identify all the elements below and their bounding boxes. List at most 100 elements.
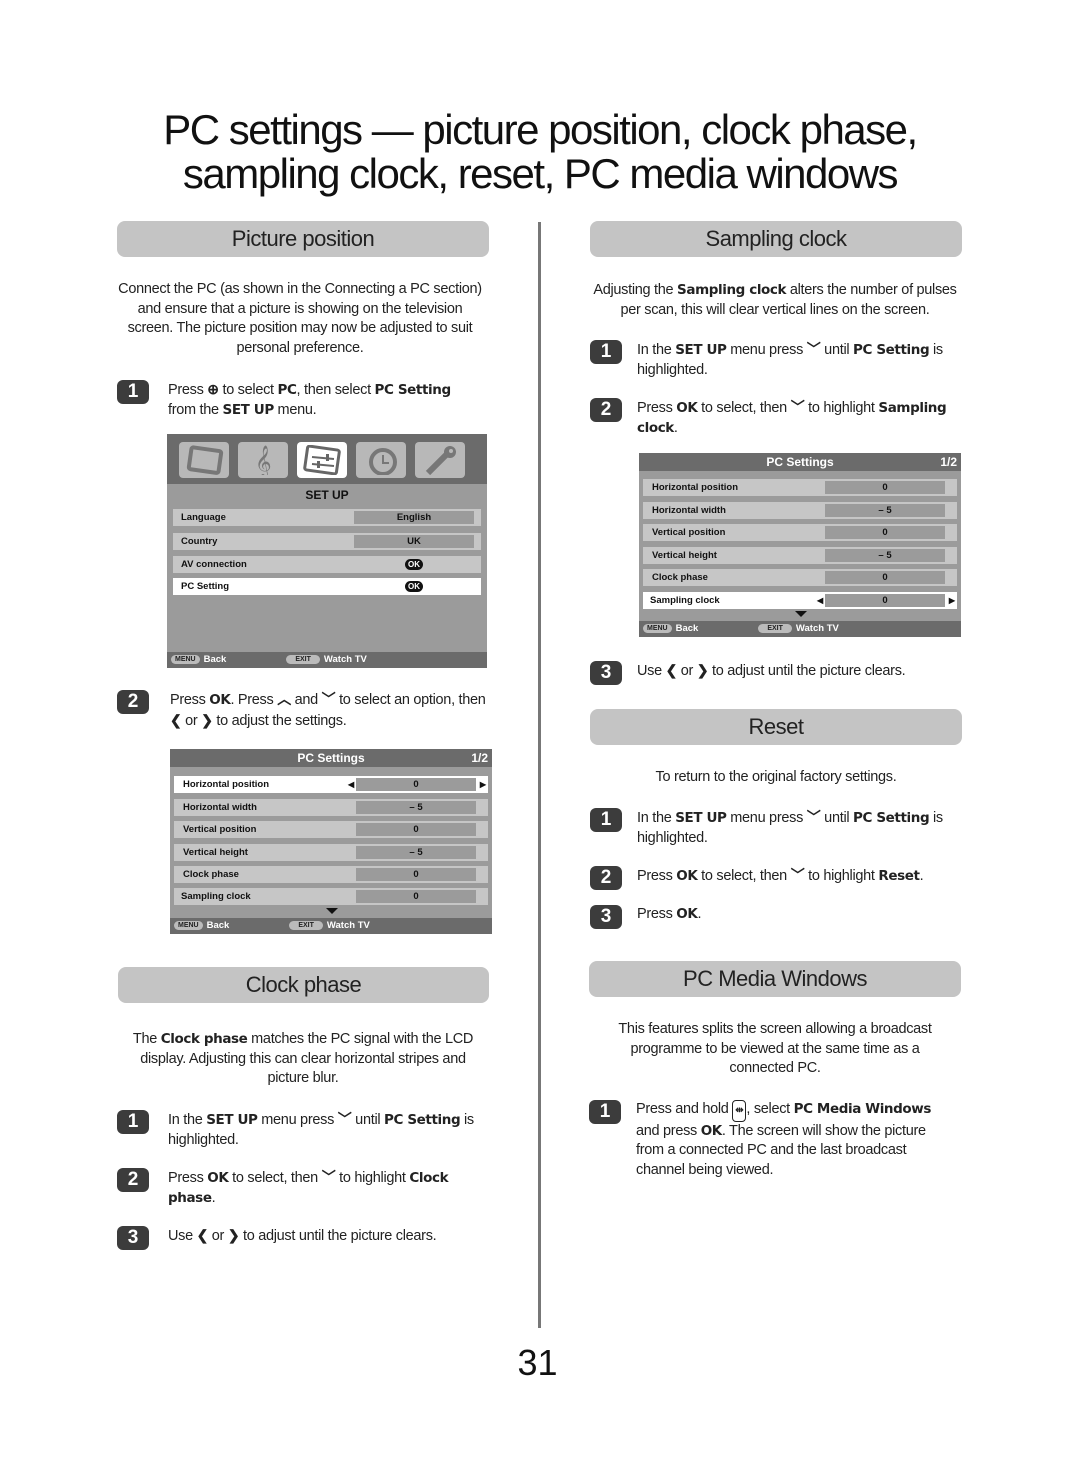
up-arrow-icon: ︿ [277,691,291,707]
picture-position-heading: Picture position [117,221,489,257]
step-text: Press OK to select, then ﹀ to highlight … [168,1169,449,1206]
down-arrow-icon: ﹀ [790,867,805,883]
pc-settings-title-bar: PC Settings 1/2 [639,453,961,471]
sampling-clock-heading: Sampling clock [590,221,962,257]
page-number: 31 [517,1342,558,1383]
step-number-badge: 2 [590,866,622,890]
ok-button-icon: OK [405,559,423,570]
menu-row-av-connection: AV connection OK [173,556,481,573]
input-source-icon: ⊕ [207,381,219,397]
down-arrow-icon: ﹀ [321,1169,336,1185]
column-divider [538,222,541,1328]
setup-menu-screenshot: 𝄞 SET UP Language English Country UK AV co… [167,434,487,668]
down-arrow-icon: ﹀ [337,1111,352,1127]
menu-footer: MENU Back EXIT Watch TV [639,621,961,637]
right-arrow-icon: ▶ [948,596,955,605]
pc-row-vertical-position: Vertical position 0 [174,821,488,838]
down-arrow-icon: ﹀ [806,341,821,357]
pc-settings-menu-screenshot: PC Settings 1/2 Horizontal position 0 Hori… [639,453,961,637]
step-text: Press and hold ⇹, select PC Media Window… [636,1100,931,1178]
step-number-badge: 2 [117,1168,149,1192]
clock-phase-intro: The Clock phase matches the PC signal wi… [132,1031,474,1086]
picture-position-intro: Connect the PC (as shown in the Connecti… [118,281,482,356]
step-text: Use ❮ or ❯ to adjust until the picture c… [168,1227,437,1244]
down-arrow-icon: ﹀ [790,399,805,415]
music-icon: 𝄞 [238,442,288,478]
step-number-badge: 3 [590,905,622,929]
wrench-icon [415,442,465,478]
left-arrow-icon: ◀ [348,780,355,789]
right-arrow-icon: ❯ [227,1227,240,1243]
right-arrow-icon: ▶ [479,780,486,789]
step-text: Press OK. [637,906,702,922]
menu-key-icon: MENU [643,623,672,633]
scroll-down-icon [795,611,807,617]
clock-phase-step-3: 3 Use ❮ or ❯ to adjust until the picture… [117,1226,487,1250]
reset-step-2: 2 Press OK to select, then ﹀ to highligh… [590,866,962,890]
pc-row-horizontal-width: Horizontal width – 5 [643,502,957,519]
timer-icon [356,442,406,478]
step-number-badge: 2 [590,398,622,422]
menu-row-pc-setting: PC Setting OK [173,578,481,595]
step-number-badge: 3 [590,661,622,685]
pc-row-horizontal-position: Horizontal position ◀ 0 ▶ [174,776,488,793]
page-title-line-1: PC settings — picture position, clock ph… [163,106,918,153]
left-arrow-icon: ❮ [665,662,678,678]
svg-text:𝄞: 𝄞 [255,445,272,475]
pc-row-clock-phase: Clock phase 0 [174,866,488,883]
exit-key-icon: EXIT [758,623,792,633]
step-text: Press OK to select, then ﹀ to highlight … [637,399,947,436]
split-screen-icon: ⇹ [732,1100,747,1122]
reset-intro: To return to the original factory settin… [655,769,897,785]
pc-settings-menu-screenshot: PC Settings 1/2 Horizontal position ◀ 0 ▶ Ho… [170,749,492,934]
setup-sliders-icon [297,442,347,478]
sampling-clock-step-1: 1 In the SET UP menu press ﹀ until PC Se… [590,340,962,380]
menu-row-language: Language English [173,509,481,526]
sampling-clock-step-3: 3 Use ❮ or ❯ to adjust until the picture… [590,661,962,685]
pc-media-windows-intro: This features splits the screen allowing… [618,1021,932,1076]
step-text: In the SET UP menu press ﹀ until PC Sett… [168,1111,474,1148]
page-indicator: 1/2 [940,455,957,469]
step-text: Press ⊕ to select PC, then select PC Set… [168,381,451,418]
menu-footer: MENU Back EXIT Watch TV [167,652,487,668]
picture-position-step-1: 1 Press ⊕ to select PC, then select PC S… [117,380,487,420]
step-number-badge: 3 [117,1226,149,1250]
menu-icon-bar: 𝄞 [167,434,487,484]
right-arrow-icon: ❯ [201,711,213,728]
step-text: In the SET UP menu press ﹀ until PC Sett… [637,341,943,378]
pc-row-vertical-position: Vertical position 0 [643,524,957,541]
page-title: PC settings — picture position, clock ph… [0,108,1080,196]
step-number-badge: 1 [589,1100,621,1124]
left-arrow-icon: ❮ [170,711,182,728]
right-arrow-icon: ❯ [696,662,709,678]
clock-phase-heading: Clock phase [118,967,489,1003]
exit-key-icon: EXIT [286,654,320,664]
step-text: Press OK to select, then ﹀ to highlight … [637,867,924,884]
pc-row-sampling-clock: Sampling clock 0 [174,888,488,905]
tv-icon [179,442,229,478]
step-number-badge: 1 [117,380,149,404]
sampling-clock-intro: Adjusting the Sampling clock alters the … [593,282,957,318]
pc-media-windows-heading: PC Media Windows [589,961,961,997]
clock-phase-step-2: 2 Press OK to select, then ﹀ to highligh… [117,1168,487,1208]
reset-step-3: 3 Press OK. [590,905,962,929]
page-title-line-2: sampling clock, reset, PC media windows [182,150,899,197]
down-arrow-icon: ﹀ [806,809,821,825]
left-arrow-icon: ◀ [817,596,824,605]
menu-key-icon: MENU [171,654,200,664]
menu-row-country: Country UK [173,533,481,550]
pc-media-windows-step-1: 1 Press and hold ⇹, select PC Media Wind… [589,1100,961,1180]
picture-position-step-2: 2 Press OK. Press ︿ and ﹀ to select an o… [117,690,487,731]
clock-phase-step-1: 1 In the SET UP menu press ﹀ until PC Se… [117,1110,487,1150]
down-arrow-icon: ﹀ [321,691,336,707]
pc-row-clock-phase: Clock phase 0 [643,569,957,586]
pc-row-horizontal-position: Horizontal position 0 [643,479,957,496]
pc-row-sampling-clock: Sampling clock ◀ 0 ▶ [643,592,957,609]
pc-row-horizontal-width: Horizontal width – 5 [174,799,488,816]
pc-row-vertical-height: Vertical height – 5 [643,547,957,564]
step-number-badge: 1 [117,1110,149,1134]
step-number-badge: 2 [117,690,149,714]
pc-row-vertical-height: Vertical height – 5 [174,844,488,861]
menu-key-icon: MENU [174,920,203,930]
left-arrow-icon: ❮ [196,1227,209,1243]
